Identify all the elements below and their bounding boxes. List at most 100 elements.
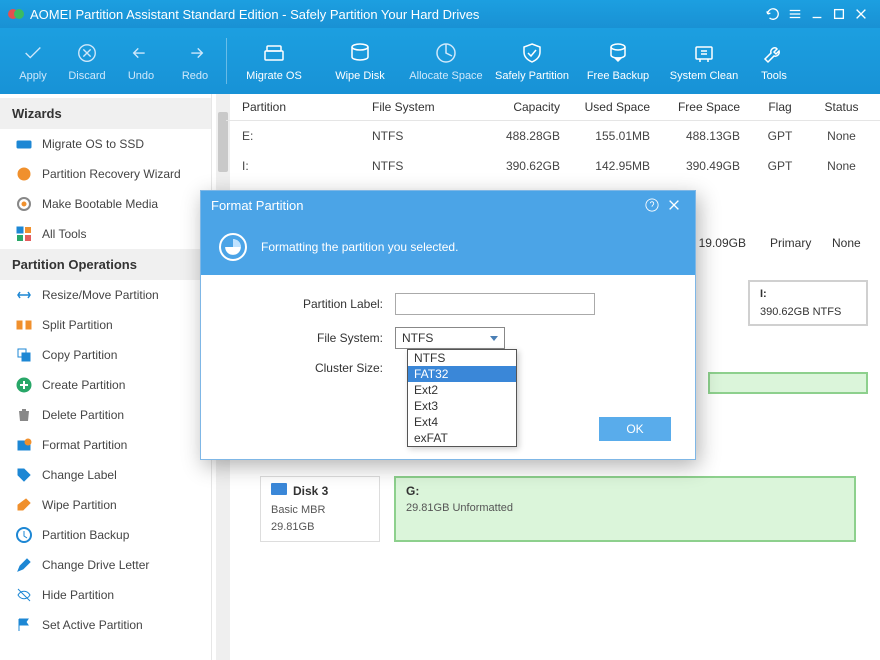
backup-label: Free Backup bbox=[587, 70, 649, 82]
wipe-disk-button[interactable]: Wipe Disk bbox=[317, 28, 403, 94]
app-logo-icon bbox=[8, 6, 24, 22]
cell-free: 19.09GB bbox=[687, 236, 758, 250]
fs-option-fat32[interactable]: FAT32 bbox=[408, 366, 516, 382]
tools-label: Tools bbox=[761, 70, 787, 82]
fs-option-ext3[interactable]: Ext3 bbox=[408, 398, 516, 414]
sidebar-item-migrate-ssd[interactable]: Migrate OS to SSD bbox=[0, 129, 211, 159]
undo-button[interactable]: Undo bbox=[114, 28, 168, 94]
sidebar-item-format[interactable]: Format Partition bbox=[0, 430, 211, 460]
cell-stat: None bbox=[820, 236, 870, 250]
sidebar: Wizards Migrate OS to SSD Partition Reco… bbox=[0, 94, 212, 660]
migrate-os-button[interactable]: Migrate OS bbox=[231, 28, 317, 94]
sidebar-item-label: Delete Partition bbox=[42, 408, 124, 422]
sidebar-item-label: Migrate OS to SSD bbox=[42, 137, 144, 151]
sidebar-item-setactive[interactable]: Set Active Partition bbox=[0, 610, 211, 640]
fs-option-ntfs[interactable]: NTFS bbox=[408, 350, 516, 366]
partition-label-input[interactable] bbox=[395, 293, 595, 315]
maximize-icon[interactable] bbox=[828, 3, 850, 25]
system-clean-button[interactable]: System Clean bbox=[661, 28, 747, 94]
shield-icon bbox=[519, 40, 545, 66]
undo-label: Undo bbox=[128, 70, 154, 82]
apply-button[interactable]: Apply bbox=[6, 28, 60, 94]
app-title: AOMEI Partition Assistant Standard Editi… bbox=[30, 7, 762, 22]
format-icon bbox=[16, 437, 32, 453]
sidebar-item-label: Partition Recovery Wizard bbox=[42, 167, 181, 181]
filesystem-dropdown-list: NTFS FAT32 Ext2 Ext3 Ext4 exFAT bbox=[407, 349, 517, 447]
sidebar-group-operations: Partition Operations bbox=[0, 249, 211, 280]
recovery-icon bbox=[16, 166, 32, 182]
fs-option-exfat[interactable]: exFAT bbox=[408, 430, 516, 446]
allocate-icon bbox=[433, 40, 459, 66]
dialog-close-icon[interactable] bbox=[663, 194, 685, 216]
tag-icon bbox=[16, 467, 32, 483]
sidebar-item-driveletter[interactable]: Change Drive Letter bbox=[0, 550, 211, 580]
sidebar-item-split[interactable]: Split Partition bbox=[0, 310, 211, 340]
cell-flag: Primary bbox=[758, 236, 820, 250]
close-icon[interactable] bbox=[850, 3, 872, 25]
cell-fs: NTFS bbox=[366, 129, 476, 143]
sidebar-item-backup[interactable]: Partition Backup bbox=[0, 520, 211, 550]
minimize-icon[interactable] bbox=[806, 3, 828, 25]
sidebar-item-label: Change Drive Letter bbox=[42, 558, 149, 572]
sidebar-item-wipe[interactable]: Wipe Partition bbox=[0, 490, 211, 520]
col-status[interactable]: Status bbox=[814, 100, 869, 114]
cell-flag: GPT bbox=[746, 159, 814, 173]
sidebar-item-hide[interactable]: Hide Partition bbox=[0, 580, 211, 610]
allocate-space-button[interactable]: Allocate Space bbox=[403, 28, 489, 94]
dialog-title: Format Partition bbox=[211, 198, 641, 213]
wipe-icon bbox=[347, 40, 373, 66]
clean-label: System Clean bbox=[670, 70, 738, 82]
fs-option-ext4[interactable]: Ext4 bbox=[408, 414, 516, 430]
sidebar-item-label: Create Partition bbox=[42, 378, 125, 392]
redo-button[interactable]: Redo bbox=[168, 28, 222, 94]
col-flag[interactable]: Flag bbox=[746, 100, 814, 114]
sidebar-item-label: Wipe Partition bbox=[42, 498, 117, 512]
pie-icon bbox=[219, 233, 247, 261]
sidebar-item-label: Set Active Partition bbox=[42, 618, 143, 632]
cluster-size-label: Cluster Size: bbox=[225, 361, 395, 375]
sidebar-group-wizards: Wizards bbox=[0, 98, 211, 129]
sidebar-item-alltools[interactable]: All Tools bbox=[0, 219, 211, 249]
create-icon bbox=[16, 377, 32, 393]
flag-icon bbox=[16, 617, 32, 633]
sidebar-item-delete[interactable]: Delete Partition bbox=[0, 400, 211, 430]
col-filesystem[interactable]: File System bbox=[366, 100, 476, 114]
sidebar-item-label[interactable]: Change Label bbox=[0, 460, 211, 490]
sidebar-item-recovery[interactable]: Partition Recovery Wizard bbox=[0, 159, 211, 189]
table-row[interactable]: E: NTFS 488.28GB 155.01MB 488.13GB GPT N… bbox=[226, 121, 880, 151]
safely-partition-button[interactable]: Safely Partition bbox=[489, 28, 575, 94]
help-icon[interactable] bbox=[641, 194, 663, 216]
refresh-icon[interactable] bbox=[762, 3, 784, 25]
fs-option-ext2[interactable]: Ext2 bbox=[408, 382, 516, 398]
filesystem-label: File System: bbox=[225, 331, 395, 345]
migrate-label: Migrate OS bbox=[246, 70, 302, 82]
col-capacity[interactable]: Capacity bbox=[476, 100, 566, 114]
sidebar-item-resize[interactable]: Resize/Move Partition bbox=[0, 280, 211, 310]
sidebar-item-copy[interactable]: Copy Partition bbox=[0, 340, 211, 370]
sidebar-item-label: Partition Backup bbox=[42, 528, 129, 542]
sidebar-item-bootable[interactable]: Make Bootable Media bbox=[0, 189, 211, 219]
menu-icon[interactable] bbox=[784, 3, 806, 25]
sidebar-item-create[interactable]: Create Partition bbox=[0, 370, 211, 400]
tools-button[interactable]: Tools bbox=[747, 28, 801, 94]
col-partition[interactable]: Partition bbox=[236, 100, 366, 114]
cell-flag: GPT bbox=[746, 129, 814, 143]
discard-button[interactable]: Discard bbox=[60, 28, 114, 94]
wipe-label: Wipe Disk bbox=[335, 70, 385, 82]
partition-letter: G: bbox=[406, 484, 844, 498]
disk-info-box[interactable]: Disk 3 Basic MBR29.81GB bbox=[260, 476, 380, 542]
free-backup-button[interactable]: Free Backup bbox=[575, 28, 661, 94]
col-used[interactable]: Used Space bbox=[566, 100, 656, 114]
col-free[interactable]: Free Space bbox=[656, 100, 746, 114]
table-row[interactable]: I: NTFS 390.62GB 142.95MB 390.49GB GPT N… bbox=[226, 151, 880, 181]
ok-button[interactable]: OK bbox=[599, 417, 671, 441]
cell-part: I: bbox=[236, 159, 366, 173]
partition-box-i[interactable]: I: 390.62GB NTFS bbox=[748, 280, 868, 326]
partition-box-g[interactable]: G: 29.81GB Unformatted bbox=[394, 476, 856, 542]
partition-bar-peek bbox=[708, 372, 868, 394]
filesystem-dropdown[interactable]: NTFS bbox=[395, 327, 505, 349]
sidebar-item-label: All Tools bbox=[42, 227, 86, 241]
disc-icon bbox=[16, 196, 32, 212]
cell-fs: NTFS bbox=[366, 159, 476, 173]
backup-small-icon bbox=[16, 527, 32, 543]
